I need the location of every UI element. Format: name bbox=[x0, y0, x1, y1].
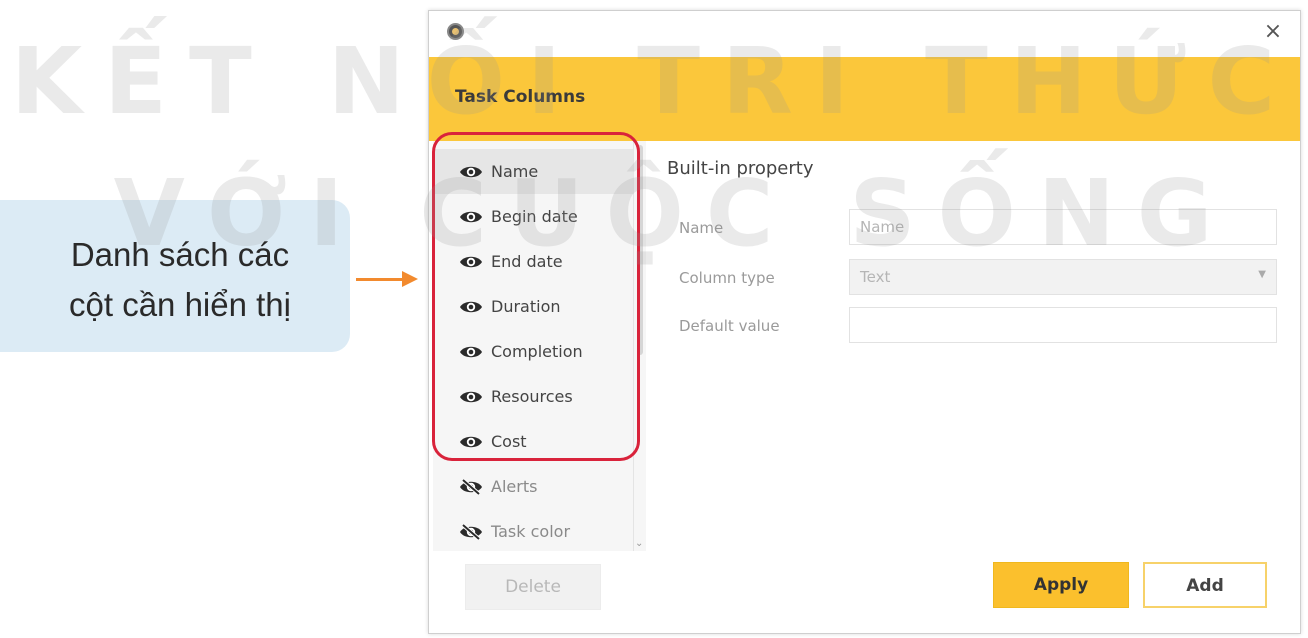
app-icon bbox=[447, 23, 464, 40]
apply-button[interactable]: Apply bbox=[993, 562, 1129, 608]
annotation-callout: Danh sách các cột cần hiển thị bbox=[0, 200, 350, 352]
column-item[interactable]: Task color bbox=[433, 509, 633, 554]
default-value-field[interactable] bbox=[849, 307, 1277, 343]
scroll-down-icon[interactable]: ⌄ bbox=[635, 538, 643, 549]
annotation-arrow-head bbox=[402, 271, 418, 287]
column-type-value: Text bbox=[860, 268, 891, 286]
name-field[interactable]: Name bbox=[849, 209, 1277, 245]
column-item-label: Task color bbox=[491, 522, 571, 541]
delete-button[interactable]: Delete bbox=[465, 564, 601, 610]
annotation-line-1: Danh sách các bbox=[70, 236, 290, 273]
column-item-label: Alerts bbox=[491, 477, 538, 496]
property-heading: Built-in property bbox=[667, 158, 814, 179]
column-item[interactable]: Alerts bbox=[433, 464, 633, 509]
annotation-arrow-line bbox=[356, 278, 406, 281]
eye-off-icon[interactable] bbox=[459, 477, 483, 496]
annotation-line-2: cột cần hiển thị bbox=[69, 286, 291, 323]
name-label: Name bbox=[679, 219, 724, 237]
close-button[interactable]: × bbox=[1260, 17, 1286, 47]
dialog-header: Task Columns bbox=[429, 57, 1300, 141]
eye-off-icon[interactable] bbox=[459, 522, 483, 541]
chevron-down-icon: ▼ bbox=[1258, 269, 1266, 280]
annotation-highlight bbox=[432, 132, 640, 461]
task-columns-dialog: × Task Columns Name Begin date End date Dur… bbox=[428, 10, 1301, 634]
dialog-title: Task Columns bbox=[455, 87, 586, 107]
column-type-select[interactable]: Text ▼ bbox=[849, 259, 1277, 295]
annotation-text: Danh sách các cột cần hiển thị bbox=[20, 230, 340, 330]
title-bar: × bbox=[429, 11, 1300, 57]
default-value-label: Default value bbox=[679, 317, 780, 335]
column-type-label: Column type bbox=[679, 269, 775, 287]
add-button[interactable]: Add bbox=[1143, 562, 1267, 608]
